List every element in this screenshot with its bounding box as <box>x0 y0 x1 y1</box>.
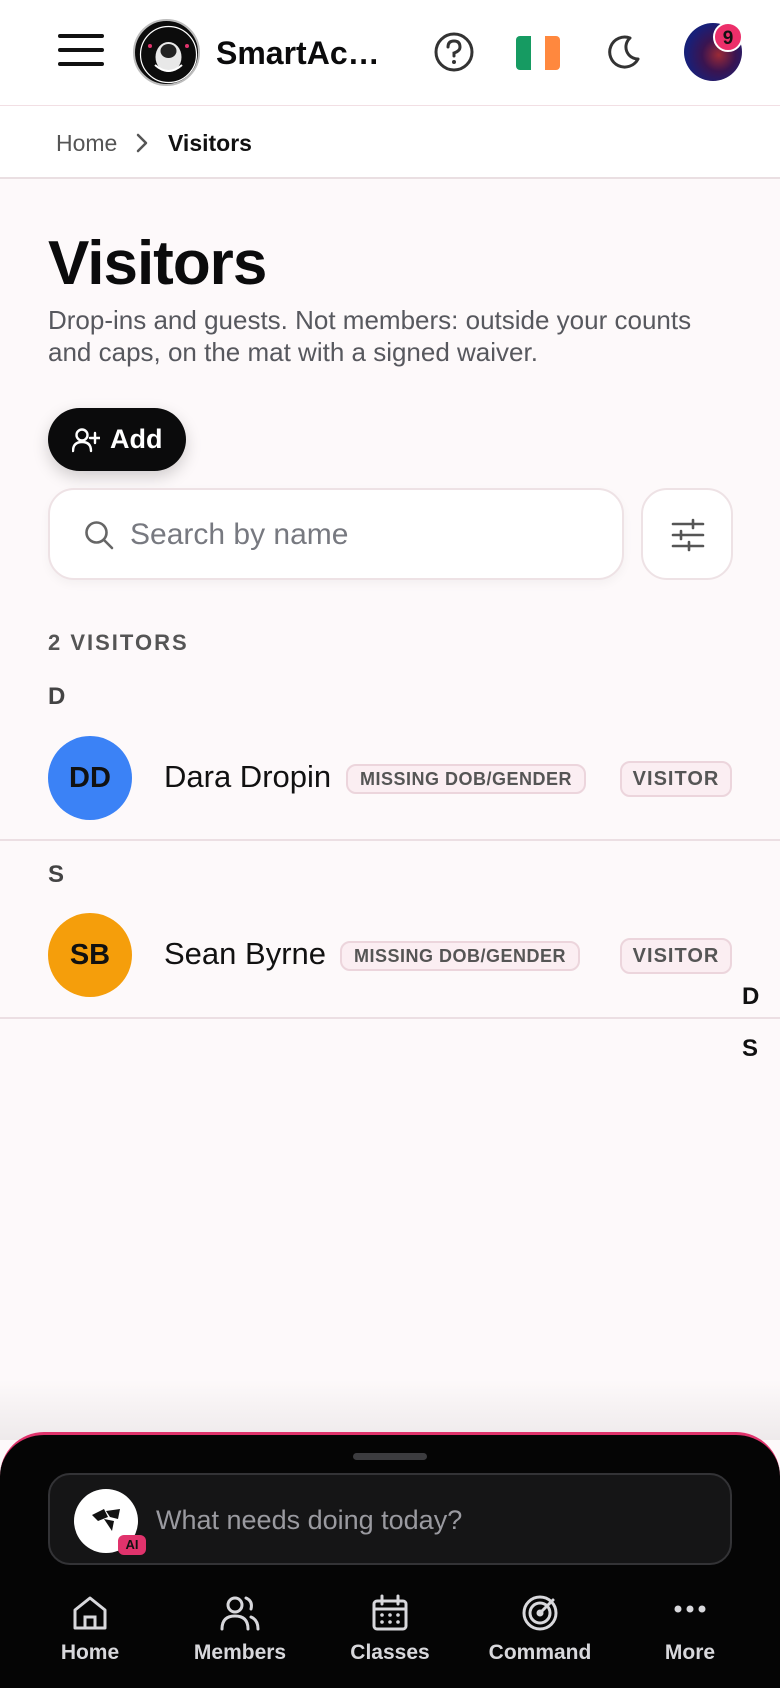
dark-mode-moon-icon[interactable] <box>604 32 644 72</box>
members-icon <box>220 1596 260 1631</box>
sheet-shadow <box>0 1380 780 1440</box>
divider <box>0 839 780 841</box>
add-button-label: Add <box>110 424 163 454</box>
search-box[interactable] <box>48 488 624 580</box>
radar-icon <box>522 1595 558 1631</box>
alphabet-index-d[interactable]: D <box>742 983 759 1011</box>
page-title: Visitors <box>48 229 267 298</box>
breadcrumb-current: Visitors <box>168 130 252 156</box>
nav-more[interactable]: More <box>615 1585 765 1675</box>
missing-info-badge: MISSING DOB/GENDER <box>346 764 586 794</box>
nav-home[interactable]: Home <box>15 1585 165 1675</box>
nav-members-label: Members <box>193 1641 287 1664</box>
nav-classes[interactable]: Classes <box>315 1585 465 1675</box>
visitor-type-badge: VISITOR <box>620 938 732 974</box>
nav-members[interactable]: Members <box>165 1585 315 1675</box>
academy-logo[interactable] <box>133 19 200 86</box>
visitor-row[interactable]: DD Dara Dropin MISSING DOB/GENDER VISITO… <box>0 723 780 833</box>
nav-classes-label: Classes <box>350 1641 430 1664</box>
ai-badge: AI <box>118 1535 146 1555</box>
visitor-row[interactable]: SB Sean Byrne MISSING DOB/GENDER VISITOR <box>0 900 780 1010</box>
missing-info-badge: MISSING DOB/GENDER <box>340 941 580 971</box>
breadcrumb-home-link[interactable]: Home <box>56 130 117 157</box>
assistant-sheet: AI What needs doing today? Home Members <box>0 1432 780 1688</box>
nav-more-label: More <box>664 1641 716 1664</box>
visitor-name: Dara Dropin <box>164 759 332 794</box>
visitor-avatar: DD <box>48 736 132 820</box>
nav-command[interactable]: Command <box>465 1585 615 1675</box>
group-letter-d: D <box>48 683 66 710</box>
divider <box>0 1017 780 1019</box>
page-description: Drop-ins and guests. Not members: outsid… <box>48 305 692 367</box>
assistant-input[interactable]: AI What needs doing today? <box>48 1473 732 1565</box>
filter-button[interactable] <box>641 488 733 580</box>
visitor-count: 2 VISITORS <box>48 630 189 655</box>
home-icon <box>73 1596 107 1630</box>
visitor-name: Sean Byrne <box>164 936 326 971</box>
app-name: SmartAcademy <box>216 35 391 71</box>
add-user-icon <box>72 428 100 453</box>
nav-home-label: Home <box>60 1641 120 1664</box>
sliders-icon <box>671 518 705 552</box>
add-visitor-button[interactable]: Add <box>48 408 186 471</box>
nav-command-label: Command <box>488 1641 592 1664</box>
search-icon <box>85 521 114 550</box>
visitor-avatar: SB <box>48 913 132 997</box>
group-letter-s: S <box>48 861 65 888</box>
bottom-nav: Home Members Classes Command More <box>0 1585 780 1685</box>
help-icon[interactable] <box>432 30 476 74</box>
drag-handle[interactable] <box>353 1453 427 1460</box>
search-input[interactable] <box>130 512 590 558</box>
more-icon <box>674 1605 706 1613</box>
language-flag-icon[interactable] <box>516 36 560 70</box>
chevron-right-icon <box>136 133 148 153</box>
notification-badge: 9 <box>713 22 743 52</box>
top-bar: SmartAcademy 9 <box>0 0 780 106</box>
assistant-placeholder: What needs doing today? <box>156 1505 463 1535</box>
alphabet-index-s[interactable]: S <box>742 1035 758 1063</box>
visitor-type-badge: VISITOR <box>620 761 732 797</box>
menu-icon[interactable] <box>58 34 104 66</box>
calendar-icon <box>372 1594 408 1631</box>
breadcrumb: Home Visitors <box>0 106 780 179</box>
